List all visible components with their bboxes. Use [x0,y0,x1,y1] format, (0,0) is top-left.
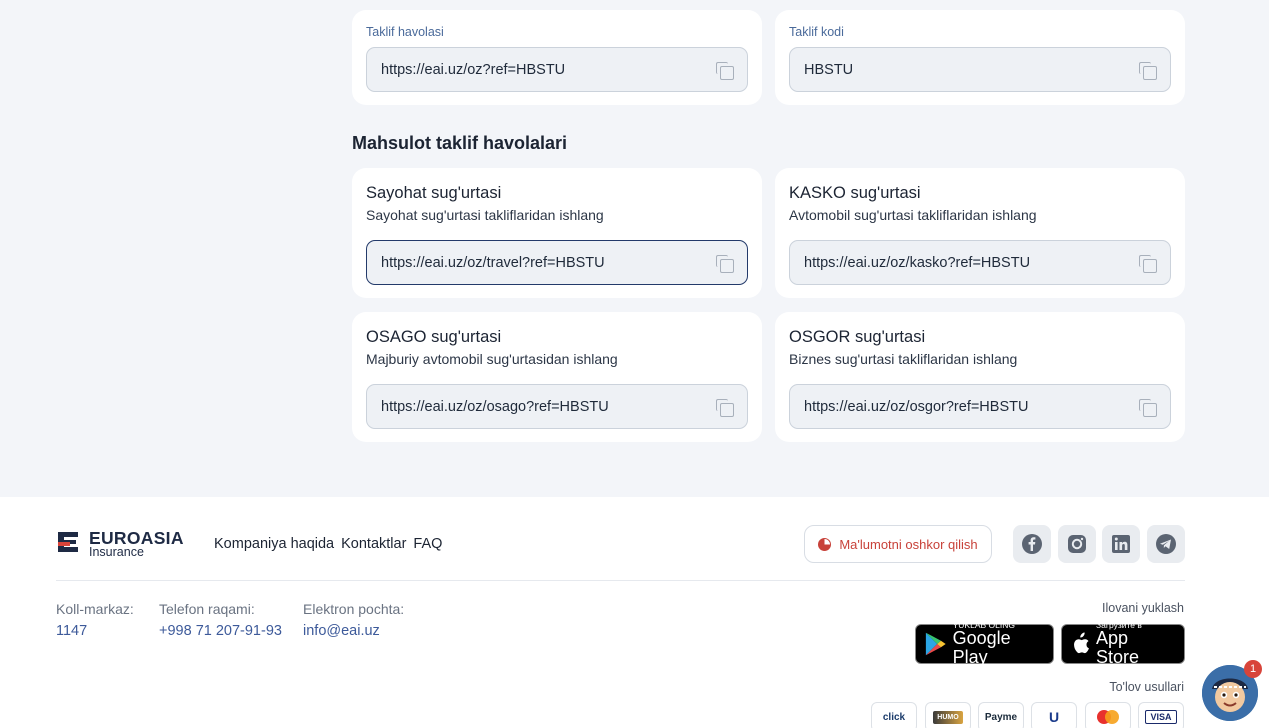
payment-payme-label: Payme [984,711,1018,723]
contact-call-center: Koll-markaz: 1147 [56,601,134,639]
copy-icon[interactable] [715,254,734,273]
payment-visa-label: VISA [1145,710,1177,724]
disclose-label: Ma'lumotni oshkor qilish [839,536,978,552]
product-card-kasko: KASKO sug'urtasi Avtomobil sug'urtasi ta… [775,168,1185,298]
contact-label: Telefon raqami: [159,601,255,617]
product-subtitle: Avtomobil sug'urtasi takliflaridan ishla… [789,207,1037,223]
referral-code-field[interactable]: HBSTU [789,47,1171,92]
product-link-value: https://eai.uz/oz/osgor?ref=HBSTU [804,398,1029,415]
google-play-big: Google Play [952,628,1011,668]
nav-link-company[interactable]: Kompaniya haqida [214,536,334,552]
contact-value[interactable]: 1147 [56,623,134,639]
referral-link-card: Taklif havolasi https://eai.uz/oz?ref=HB… [352,10,762,105]
payment-click: click [871,702,917,728]
product-link-field[interactable]: https://eai.uz/oz/osago?ref=HBSTU [366,384,748,429]
mastercard-icon [1097,710,1119,724]
payment-visa: VISA [1138,702,1184,728]
nav-link-faq[interactable]: FAQ [413,536,442,552]
payment-mastercard [1085,702,1131,728]
payment-label: To'lov usullari [1109,680,1184,694]
product-card-osago: OSAGO sug'urtasi Majburiy avtomobil sug'… [352,312,762,442]
product-link-value: https://eai.uz/oz/kasko?ref=HBSTU [804,254,1031,271]
product-link-value: https://eai.uz/oz/travel?ref=HBSTU [381,254,605,271]
contact-email: Elektron pochta: info@eai.uz [303,601,404,639]
product-link-value: https://eai.uz/oz/osago?ref=HBSTU [381,398,609,415]
product-title: Sayohat sug'urtasi [366,184,502,202]
logo-mark-icon [58,532,78,552]
payment-payme: Payme [978,702,1024,728]
payment-click-label: click [882,711,906,723]
disclose-button[interactable]: Ma'lumotni oshkor qilish [804,525,992,563]
payment-humo-label: HUMO [933,710,963,724]
contact-value[interactable]: +998 71 207-91-93 [159,623,282,639]
referral-link-value: https://eai.uz/oz?ref=HBSTU [381,61,566,78]
footer-nav: Kompaniya haqida Kontaktlar FAQ [214,536,442,552]
payment-uzcard-label: U [1048,709,1060,725]
product-title: KASKO sug'urtasi [789,184,921,202]
app-store-button[interactable]: Загрузите в App Store [1061,621,1185,668]
copy-icon[interactable] [715,398,734,417]
copy-icon[interactable] [1138,254,1157,273]
contact-value[interactable]: info@eai.uz [303,623,404,639]
facebook-icon[interactable] [1013,525,1051,563]
app-store-big: App Store [1095,628,1140,668]
referral-code-label: Taklif kodi [789,25,844,39]
google-play-icon [925,632,946,656]
referral-link-label: Taklif havolasi [366,25,444,39]
product-subtitle: Sayohat sug'urtasi takliflaridan ishlang [366,207,604,223]
logo-sub: Insurance [89,545,144,559]
product-link-field[interactable]: https://eai.uz/oz/osgor?ref=HBSTU [789,384,1171,429]
section-title: Mahsulot taklif havolalari [352,133,568,153]
logo[interactable]: EUROASIA Insurance [56,528,196,560]
product-card-travel: Sayohat sug'urtasi Sayohat sug'urtasi ta… [352,168,762,298]
product-card-osgor: OSGOR sug'urtasi Biznes sug'urtasi takli… [775,312,1185,442]
product-title: OSAGO sug'urtasi [366,328,502,346]
contact-label: Elektron pochta: [303,601,405,617]
referral-link-field[interactable]: https://eai.uz/oz?ref=HBSTU [366,47,748,92]
instagram-icon[interactable] [1058,525,1096,563]
payment-humo: HUMO [925,702,971,728]
contact-label: Koll-markaz: [56,601,134,617]
contact-phone: Telefon raqami: +998 71 207-91-93 [159,601,282,639]
nav-link-contacts[interactable]: Kontaktlar [341,536,406,552]
linkedin-icon[interactable] [1102,525,1140,563]
telegram-icon[interactable] [1147,525,1185,563]
payment-uzcard: U [1031,702,1077,728]
pie-chart-icon [818,537,832,551]
referral-code-value: HBSTU [804,61,854,78]
copy-icon[interactable] [1138,61,1157,80]
apple-icon [1074,632,1089,654]
apps-label: Ilovani yuklash [1102,601,1184,615]
product-subtitle: Majburiy avtomobil sug'urtasidan ishlang [366,351,618,367]
product-subtitle: Biznes sug'urtasi takliflaridan ishlang [789,351,1018,367]
notification-badge: 1 [1244,660,1262,678]
copy-icon[interactable] [1138,398,1157,417]
referral-code-card: Taklif kodi HBSTU [775,10,1185,105]
product-link-field[interactable]: https://eai.uz/oz/travel?ref=HBSTU [366,240,748,285]
google-play-button[interactable]: YUKLAB OLING Google Play [915,621,1054,668]
copy-icon[interactable] [715,61,734,80]
product-title: OSGOR sug'urtasi [789,328,926,346]
product-link-field[interactable]: https://eai.uz/oz/kasko?ref=HBSTU [789,240,1171,285]
footer-divider [56,580,1185,581]
